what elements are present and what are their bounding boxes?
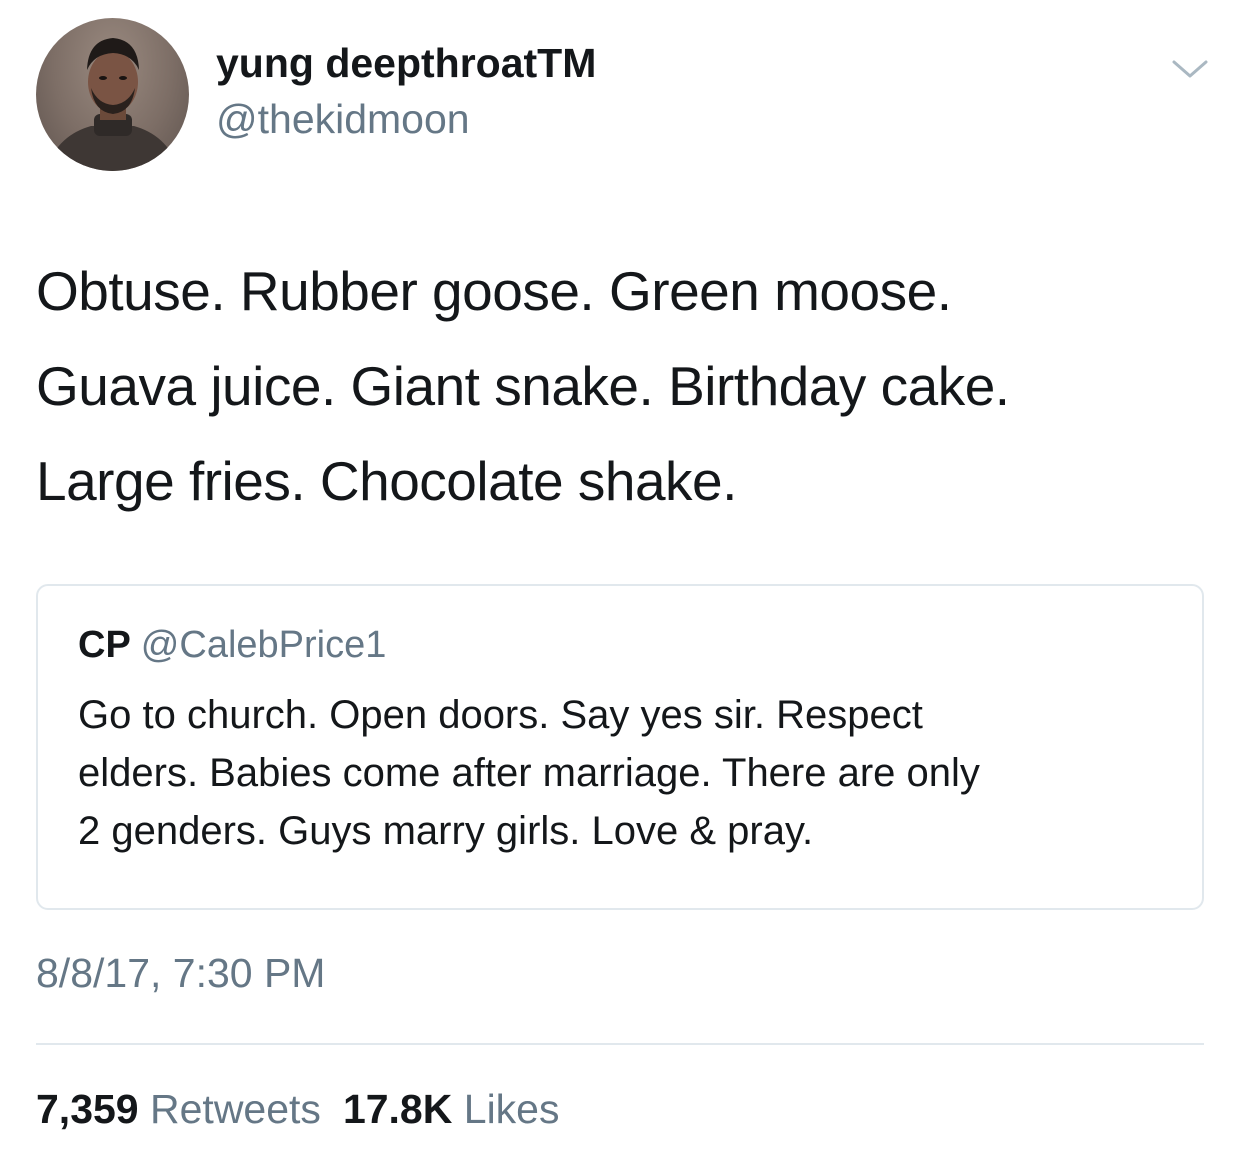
quoted-tweet-text: Go to church. Open doors. Say yes sir. R… <box>78 686 1178 860</box>
quoted-tweet-card[interactable]: CP @CalebPrice1 Go to church. Open doors.… <box>36 584 1204 910</box>
author-handle[interactable]: @thekidmoon <box>216 96 470 143</box>
tweet-text-line: Obtuse. Rubber goose. Green moose. <box>36 260 952 322</box>
tweet-text-line: Large fries. Chocolate shake. <box>36 450 737 512</box>
author-avatar[interactable] <box>36 18 189 171</box>
profile-photo-icon <box>46 38 179 171</box>
likes-label: Likes <box>463 1086 560 1132</box>
likes-stat[interactable]: 17.8K Likes <box>343 1086 560 1132</box>
quoted-author-handle: @CalebPrice1 <box>140 624 387 666</box>
quoted-tweet-header: CP @CalebPrice1 <box>78 624 386 667</box>
chevron-down-icon[interactable] <box>1168 54 1212 84</box>
quoted-tweet-line: elders. Babies come after marriage. Ther… <box>78 751 980 795</box>
retweets-count: 7,359 <box>36 1086 139 1132</box>
quoted-tweet-line: 2 genders. Guys marry girls. Love & pray… <box>78 809 814 853</box>
tweet-text-line: Guava juice. Giant snake. Birthday cake. <box>36 355 1010 417</box>
tweet-timestamp: 8/8/17, 7:30 PM <box>36 950 326 996</box>
quoted-author-name: CP <box>78 624 131 666</box>
author-display-name[interactable]: yung deepthroatTM <box>216 40 596 87</box>
retweets-stat[interactable]: 7,359 Retweets <box>36 1086 321 1132</box>
tweet-stats: 7,359 Retweets 17.8K Likes <box>36 1086 559 1133</box>
quoted-tweet-line: Go to church. Open doors. Say yes sir. R… <box>78 693 923 737</box>
retweets-label: Retweets <box>150 1086 321 1132</box>
tweet-text: Obtuse. Rubber goose. Green moose. Guava… <box>36 244 1216 529</box>
likes-count: 17.8K <box>342 1086 453 1132</box>
divider <box>36 1043 1204 1045</box>
